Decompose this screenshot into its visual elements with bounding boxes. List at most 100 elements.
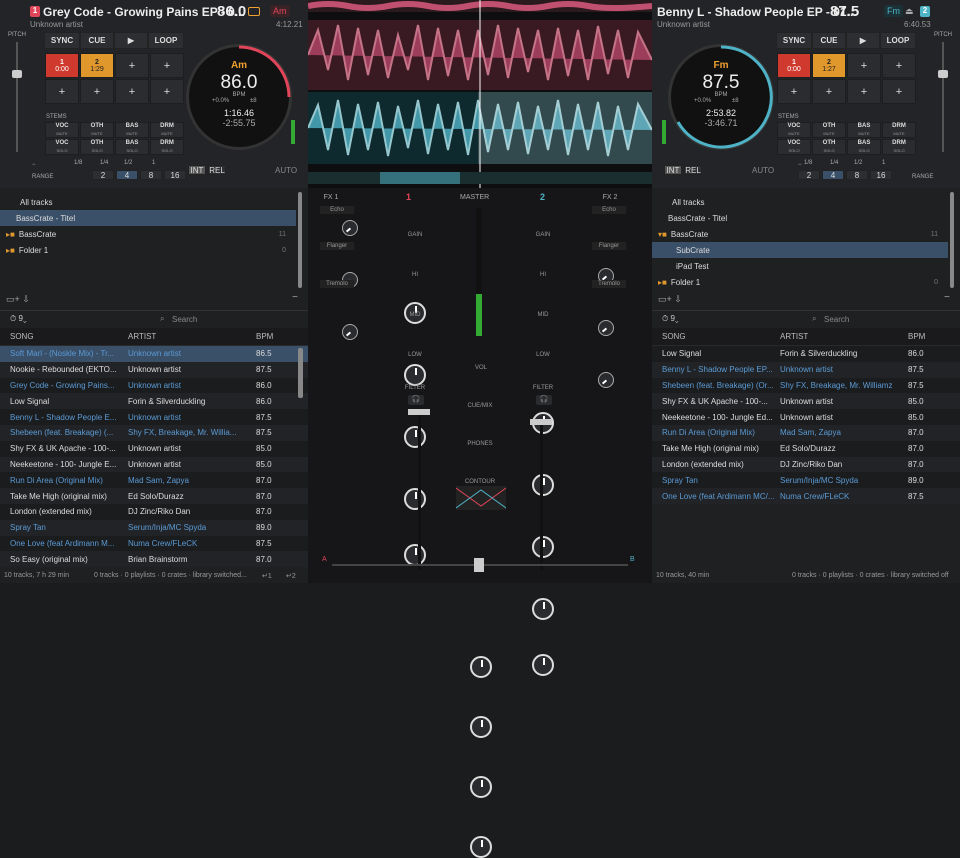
stem-drm-mute[interactable]: DRM MUTE: [150, 122, 184, 138]
hotcue-pad-7[interactable]: +: [115, 79, 149, 104]
play-button[interactable]: ▶: [114, 32, 148, 49]
table-row[interactable]: So Easy (original mix) Brian Brainstorm 87…: [0, 551, 308, 568]
table-row[interactable]: Take Me High (original mix) Ed Solo/Duraz…: [652, 440, 960, 457]
auto-button[interactable]: AUTO: [275, 166, 297, 175]
col-artist[interactable]: ARTIST: [774, 332, 900, 341]
ch2-headphone-icon[interactable]: 🎧: [536, 395, 552, 405]
phones-knob[interactable]: [470, 776, 492, 798]
hotcue-pad-6[interactable]: +: [812, 79, 846, 104]
play-button[interactable]: ▶: [846, 32, 880, 49]
table-row[interactable]: Benny L - Shadow People EP... Unknown art…: [652, 361, 960, 378]
search-input[interactable]: Search: [172, 315, 197, 324]
hotcue-pad-2[interactable]: 2 1:27: [812, 53, 846, 78]
ch2-filter-knob[interactable]: [532, 654, 554, 676]
table-row[interactable]: Low Signal Forin & Silverduckling 86.0: [652, 346, 960, 362]
loop-size-8[interactable]: 8: [846, 170, 868, 180]
loop-button[interactable]: LOOP: [880, 32, 916, 49]
fx1-echo[interactable]: Echo: [320, 206, 354, 214]
add-folder-icon[interactable]: ▭+ ⇩: [6, 294, 30, 305]
col-song[interactable]: SONG: [652, 332, 774, 341]
hotcue-pad-7[interactable]: +: [847, 79, 881, 104]
fx2-echo[interactable]: Echo: [592, 206, 626, 214]
col-bpm[interactable]: BPM: [900, 332, 940, 341]
hotcue-pad-5[interactable]: +: [45, 79, 79, 104]
table-row[interactable]: Soft Marl - (Noskle Mix) - Tr... Unknown …: [0, 346, 308, 362]
eject-icon[interactable]: ⏏: [905, 6, 914, 17]
stem-bas-mute[interactable]: BAS MUTE: [847, 122, 881, 138]
fx2-tremolo-knob[interactable]: [598, 372, 614, 388]
fx1-tremolo[interactable]: Tremolo: [320, 280, 354, 288]
tree-item-folder-1[interactable]: ▸■ Folder 1 0: [652, 274, 948, 290]
sync-button[interactable]: SYNC: [776, 32, 812, 49]
loop-size-16[interactable]: 16: [164, 170, 186, 180]
fx2-flanger[interactable]: Flanger: [592, 242, 626, 250]
loop-minus[interactable]: −: [32, 162, 36, 168]
fx1-tremolo-knob[interactable]: [342, 324, 358, 340]
ch2-volume-fader[interactable]: [530, 419, 552, 425]
int-button[interactable]: INT: [664, 165, 682, 175]
tree-item-subcrate[interactable]: SubCrate: [652, 242, 948, 258]
stem-drm-solo[interactable]: DRM SOLO: [150, 139, 184, 155]
table-row[interactable]: Shy FX & UK Apache - 100-... Unknown arti…: [652, 393, 960, 410]
col-bpm[interactable]: BPM: [248, 332, 288, 341]
stem-voc-mute[interactable]: VOC MUTE: [777, 122, 811, 138]
add-folder-icon[interactable]: ▭+ ⇩: [658, 294, 682, 305]
history-icon[interactable]: ⏱ 9⌄: [662, 314, 679, 324]
stem-oth-mute[interactable]: OTH MUTE: [80, 122, 114, 138]
tree-item-basscrate[interactable]: ▸■ BassCrate 11: [0, 226, 296, 242]
waveform-display[interactable]: [307, 0, 653, 188]
hotcue-pad-1[interactable]: 1 0:00: [45, 53, 79, 78]
table-row[interactable]: Spray Tan Serum/Inja/MC Spyda 89.0: [652, 472, 960, 489]
cue-button[interactable]: CUE: [812, 32, 846, 49]
table-row[interactable]: Shebeen (feat. Breakage) (Or... Shy FX, B…: [652, 377, 960, 394]
hotcue-pad-5[interactable]: +: [777, 79, 811, 104]
table-row[interactable]: Neekeetone - 100- Jungle Ed... Unknown ar…: [652, 409, 960, 425]
ch1-low-knob[interactable]: [404, 488, 426, 510]
hotcue-pad-8[interactable]: +: [150, 79, 184, 104]
table-row[interactable]: One Love (feat Ardimann MC/... Numa Crew/…: [652, 488, 960, 504]
tree-item-all-tracks[interactable]: All tracks: [652, 194, 948, 210]
table-row[interactable]: Take Me High (original mix) Ed Solo/Duraz…: [0, 488, 308, 504]
stem-oth-mute[interactable]: OTH MUTE: [812, 122, 846, 138]
fx2-tremolo[interactable]: Tremolo: [592, 280, 626, 288]
collapse-icon[interactable]: −: [292, 292, 298, 303]
table-row[interactable]: Low Signal Forin & Silverduckling 86.0: [0, 393, 308, 410]
tree-scrollbar[interactable]: [298, 192, 302, 288]
table-row[interactable]: Neekeetone - 100- Jungle E... Unknown art…: [0, 456, 308, 473]
fx1-echo-knob[interactable]: [342, 220, 358, 236]
stem-oth-solo[interactable]: OTH SOLO: [812, 139, 846, 155]
pitch-slider[interactable]: [938, 70, 948, 78]
table-row[interactable]: Grey Code - Growing Pains... Unknown arti…: [0, 377, 308, 394]
loop-size-2[interactable]: 2: [798, 170, 820, 180]
table-row[interactable]: Spray Tan Serum/Inja/MC Spyda 89.0: [0, 519, 308, 536]
hotcue-pad-1[interactable]: 1 0:00: [777, 53, 811, 78]
table-row[interactable]: Nookie - Rebounded (EKTO... Unknown artis…: [0, 361, 308, 378]
loop-button[interactable]: LOOP: [148, 32, 184, 49]
hotcue-pad-4[interactable]: +: [882, 53, 916, 78]
stem-drm-solo[interactable]: DRM SOLO: [882, 139, 916, 155]
loop-size-4[interactable]: 4: [822, 170, 844, 180]
auto-button[interactable]: AUTO: [752, 166, 774, 175]
loop-size-4[interactable]: 4: [116, 170, 138, 180]
int-button[interactable]: INT: [188, 165, 206, 175]
table-scrollbar[interactable]: [298, 348, 303, 398]
hotcue-pad-2[interactable]: 2 1:29: [80, 53, 114, 78]
stem-voc-solo[interactable]: VOC SOLO: [45, 139, 79, 155]
sync-button[interactable]: SYNC: [44, 32, 80, 49]
loop-size-8[interactable]: 8: [140, 170, 162, 180]
tree-item-ipad-test[interactable]: iPad Test: [652, 258, 948, 274]
stem-bas-mute[interactable]: BAS MUTE: [115, 122, 149, 138]
history-icon[interactable]: ⏱ 9⌄: [10, 314, 27, 324]
fx2-flanger-knob[interactable]: [598, 320, 614, 336]
hotcue-pad-3[interactable]: +: [847, 53, 881, 78]
stem-bas-solo[interactable]: BAS SOLO: [115, 139, 149, 155]
col-song[interactable]: SONG: [0, 332, 122, 341]
load-deck-1[interactable]: ↵1: [262, 572, 272, 580]
ch1-hi-knob[interactable]: [404, 364, 426, 386]
hotcue-pad-6[interactable]: +: [80, 79, 114, 104]
load-deck-2[interactable]: ↵2: [286, 572, 296, 580]
tree-item-basscrate[interactable]: ▾■ BassCrate 11: [652, 226, 948, 242]
master-vol-knob[interactable]: [470, 656, 492, 678]
ch1-headphone-icon[interactable]: 🎧: [408, 395, 424, 405]
ch2-hi-knob[interactable]: [532, 474, 554, 496]
